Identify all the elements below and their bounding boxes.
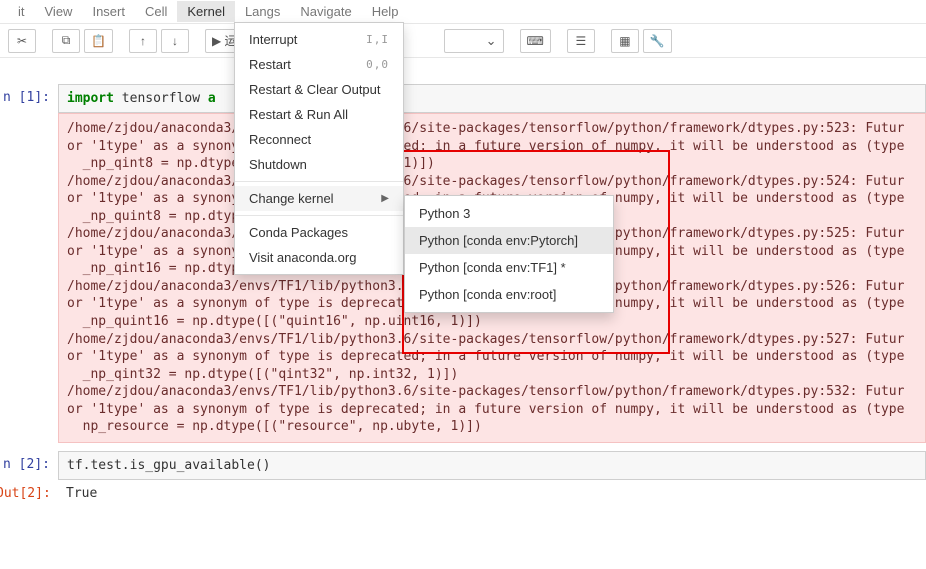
copy-button[interactable]: ⧉ <box>52 29 80 53</box>
submenu-arrow-icon: ▶ <box>381 193 389 204</box>
cell-out-2: Out[2]: True <box>0 480 926 507</box>
code-input[interactable]: tf.test.is_gpu_available() <box>58 451 926 480</box>
shortcut-label: 0,0 <box>366 58 389 71</box>
kernel-option-python3[interactable]: Python 3 <box>405 200 613 227</box>
keyboard-icon: ⌨ <box>527 34 544 48</box>
menu-edit[interactable]: it <box>8 1 35 22</box>
tool-button[interactable]: 🔧 <box>643 29 672 53</box>
change-kernel-submenu: Python 3 Python [conda env:Pytorch] Pyth… <box>404 195 614 313</box>
move-down-button[interactable]: ↓ <box>161 29 189 53</box>
scissors-icon: ✂ <box>17 34 27 48</box>
output-prompt-empty <box>0 113 58 443</box>
cut-button[interactable]: ✂ <box>8 29 36 53</box>
arrow-up-icon: ↑ <box>140 34 146 48</box>
paste-button[interactable]: 📋 <box>84 29 113 53</box>
arrow-down-icon: ↓ <box>172 34 178 48</box>
kernel-dropdown: InterruptI,I Restart0,0 Restart & Clear … <box>234 22 404 275</box>
kernel-shutdown[interactable]: Shutdown <box>235 152 403 177</box>
table-button[interactable]: ▦ <box>611 29 639 53</box>
wrench-icon: 🔧 <box>650 34 665 48</box>
toolbar: ✂ ⧉ 📋 ↑ ↓ ▶ 运行 ⌄ ⌨ ☰ ▦ 🔧 <box>0 24 926 58</box>
text-output: True <box>58 480 926 507</box>
menu-help[interactable]: Help <box>362 1 409 22</box>
menu-kernel[interactable]: Kernel <box>177 1 235 22</box>
cell-in-1: n [1]: import tensorflow a <box>0 84 926 113</box>
input-prompt: n [1]: <box>0 84 58 113</box>
table-icon: ▦ <box>619 34 630 48</box>
kernel-option-root[interactable]: Python [conda env:root] <box>405 281 613 308</box>
keyboard-button[interactable]: ⌨ <box>520 29 551 53</box>
celltype-dropdown[interactable]: ⌄ <box>444 29 504 53</box>
menu-cell[interactable]: Cell <box>135 1 177 22</box>
menu-divider <box>235 215 403 216</box>
list-button[interactable]: ☰ <box>567 29 595 53</box>
kernel-reconnect[interactable]: Reconnect <box>235 127 403 152</box>
play-icon: ▶ <box>212 34 221 48</box>
cell-in-2: n [2]: tf.test.is_gpu_available() <box>0 451 926 480</box>
kernel-change-kernel[interactable]: Change kernel▶ <box>235 186 403 211</box>
menu-navigate[interactable]: Navigate <box>290 1 361 22</box>
menu-langs[interactable]: Langs <box>235 1 290 22</box>
shortcut-label: I,I <box>366 33 389 46</box>
menu-divider <box>235 181 403 182</box>
chevron-down-icon: ⌄ <box>486 33 497 49</box>
paste-icon: 📋 <box>91 34 106 48</box>
kernel-option-pytorch[interactable]: Python [conda env:Pytorch] <box>405 227 613 254</box>
menu-insert[interactable]: Insert <box>82 1 135 22</box>
output-prompt: Out[2]: <box>0 480 58 507</box>
code-input[interactable]: import tensorflow a <box>58 84 926 113</box>
menu-view[interactable]: View <box>35 1 83 22</box>
menubar: it View Insert Cell Kernel Langs Navigat… <box>0 0 926 24</box>
kernel-restart[interactable]: Restart0,0 <box>235 52 403 77</box>
kernel-conda-packages[interactable]: Conda Packages <box>235 220 403 245</box>
kernel-option-tf1[interactable]: Python [conda env:TF1] * <box>405 254 613 281</box>
kernel-interrupt[interactable]: InterruptI,I <box>235 27 403 52</box>
kernel-visit-anaconda[interactable]: Visit anaconda.org <box>235 245 403 270</box>
list-icon: ☰ <box>575 34 586 48</box>
move-up-button[interactable]: ↑ <box>129 29 157 53</box>
kernel-restart-clear[interactable]: Restart & Clear Output <box>235 77 403 102</box>
copy-icon: ⧉ <box>62 33 71 48</box>
kernel-restart-run-all[interactable]: Restart & Run All <box>235 102 403 127</box>
input-prompt: n [2]: <box>0 451 58 480</box>
